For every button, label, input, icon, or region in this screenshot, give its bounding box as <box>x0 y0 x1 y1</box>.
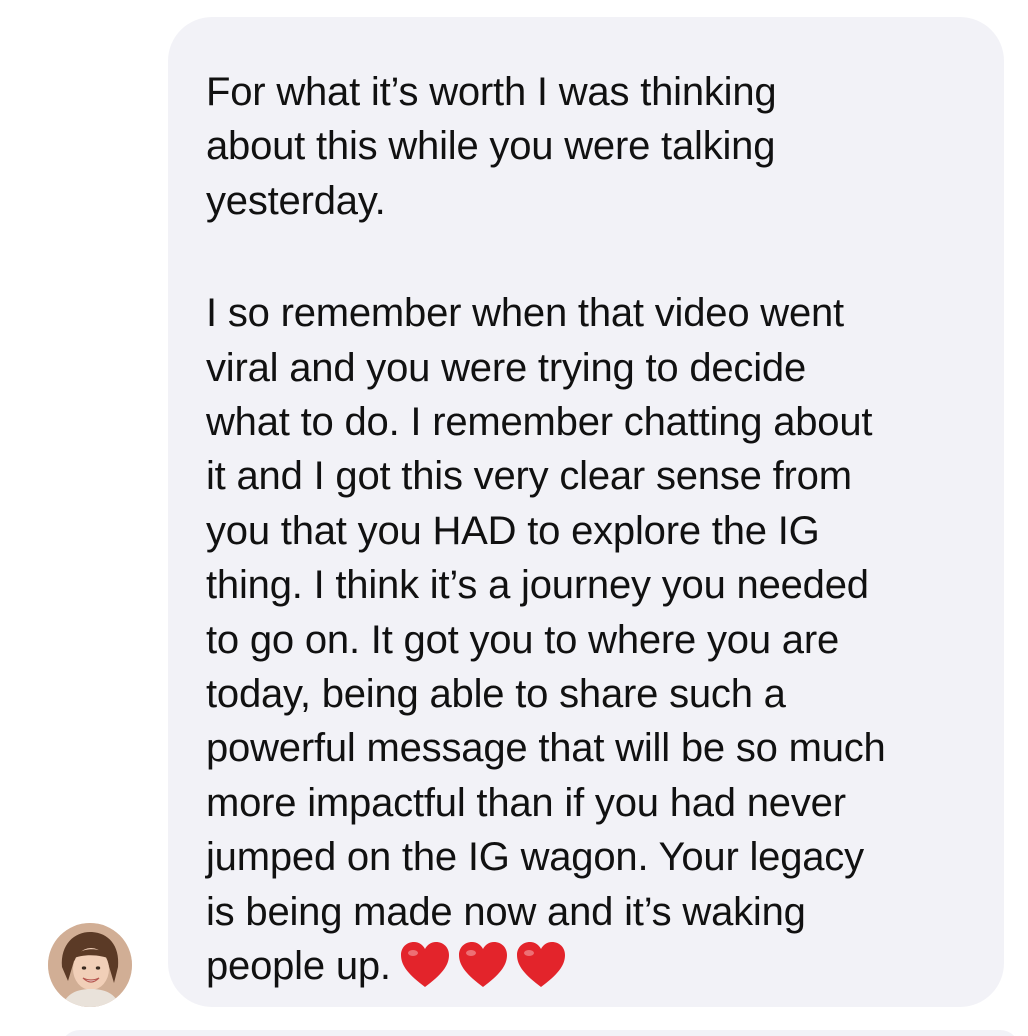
heart-emoji-icon <box>516 942 565 988</box>
message-paragraph: For what it’s worth I was thinking about… <box>206 70 777 223</box>
person-avatar-icon <box>48 923 132 1007</box>
sender-avatar[interactable] <box>48 923 132 1007</box>
heart-emoji-group <box>399 941 573 1003</box>
message-paragraph: I so remember when that video went viral… <box>206 286 984 1003</box>
heart-emoji-icon <box>458 942 507 988</box>
message-thread: For what it’s worth I was thinking about… <box>0 0 1028 1036</box>
message-bubble[interactable]: For what it’s worth I was thinking about… <box>168 17 1004 1007</box>
heart-emoji-icon <box>400 942 449 988</box>
message-text: I so remember when that video went viral… <box>206 291 886 989</box>
next-message-bubble[interactable] <box>60 1030 1020 1036</box>
